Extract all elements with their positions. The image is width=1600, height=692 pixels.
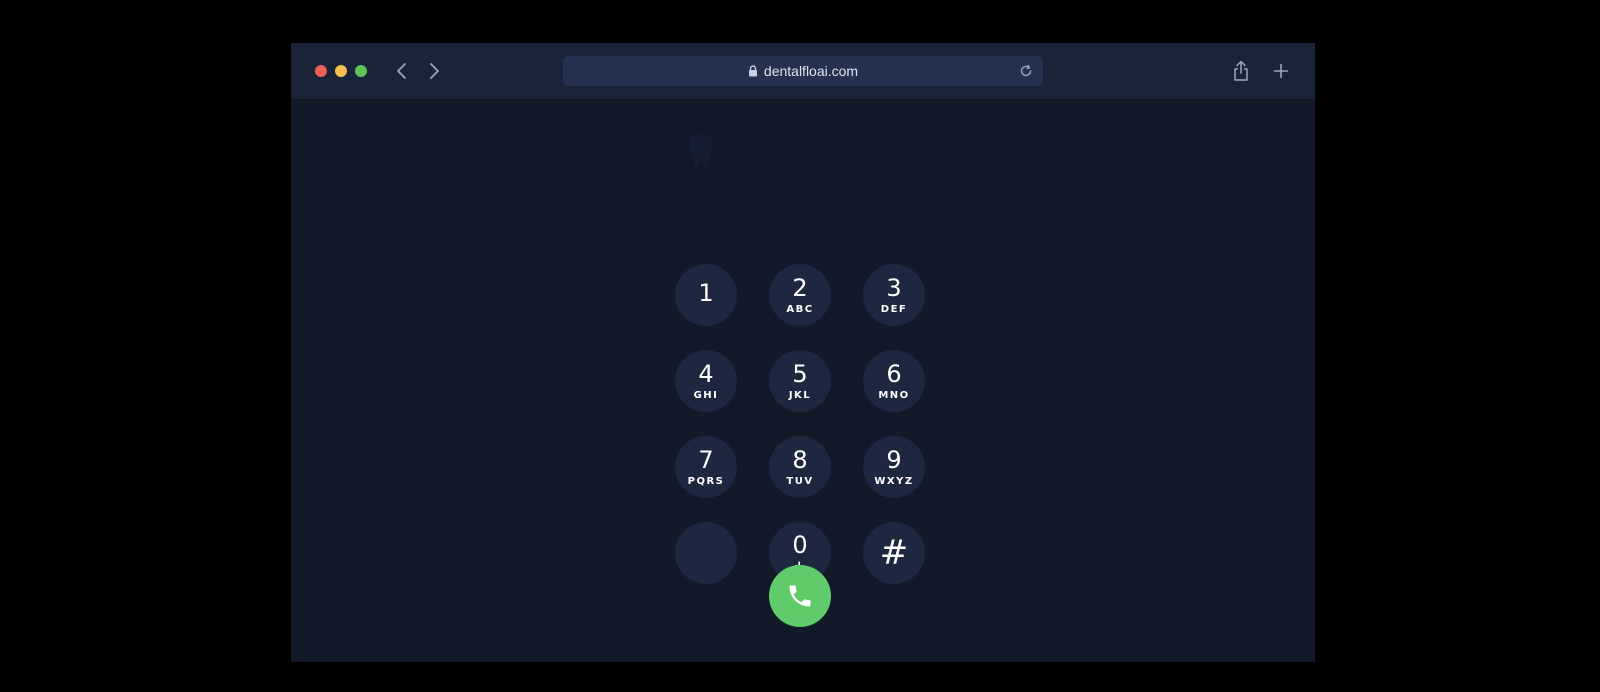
- keypad-key-6[interactable]: 6 MNO: [863, 350, 925, 412]
- maximize-window-button[interactable]: [355, 65, 367, 77]
- new-tab-button[interactable]: [1269, 59, 1293, 83]
- dialer-page: 1 2 ABC 3 DEF 4 GHI 5 JKL 6 MNO 7 PQRS 8: [291, 99, 1315, 662]
- forward-button[interactable]: [422, 59, 446, 83]
- call-button[interactable]: [769, 565, 831, 627]
- browser-window: dentalfloai.com 1 2 ABC 3 DEF 4 GHI 5 JK…: [291, 43, 1315, 662]
- reload-icon: [1020, 64, 1032, 77]
- key-digit: 2: [792, 273, 808, 302]
- keypad-key-8[interactable]: 8 TUV: [769, 436, 831, 498]
- plus-icon: [1273, 63, 1289, 79]
- keypad-key-1[interactable]: 1: [675, 264, 737, 326]
- key-letters: PQRS: [687, 475, 725, 487]
- key-letters: JKL: [788, 389, 812, 401]
- chevron-right-icon: [430, 63, 439, 79]
- close-window-button[interactable]: [315, 65, 327, 77]
- keypad-key-9[interactable]: 9 WXYZ: [863, 436, 925, 498]
- share-icon: [1234, 60, 1248, 81]
- key-letters: GHI: [693, 389, 719, 401]
- key-digit: #: [879, 533, 909, 573]
- phone-icon: [789, 585, 811, 607]
- tooth-logo-icon: [688, 134, 714, 168]
- keypad-key-5[interactable]: 5 JKL: [769, 350, 831, 412]
- keypad-key-3[interactable]: 3 DEF: [863, 264, 925, 326]
- key-digit: 3: [886, 273, 902, 302]
- reload-button[interactable]: [1017, 62, 1035, 80]
- lock-icon: [748, 65, 758, 77]
- chevron-left-icon: [397, 63, 406, 79]
- keypad-key-2[interactable]: 2 ABC: [769, 264, 831, 326]
- keypad-key-blank[interactable]: [675, 522, 737, 584]
- address-bar[interactable]: dentalfloai.com: [563, 56, 1043, 86]
- key-digit: 8: [792, 445, 808, 474]
- key-letters: ABC: [786, 303, 814, 315]
- key-letters: DEF: [880, 303, 908, 315]
- key-digit: 5: [792, 359, 808, 388]
- browser-toolbar: dentalfloai.com: [291, 43, 1315, 99]
- key-digit: 6: [886, 359, 902, 388]
- key-letters: TUV: [786, 475, 814, 487]
- key-digit: 4: [698, 359, 714, 388]
- key-letters: MNO: [878, 389, 910, 401]
- key-digit: 9: [886, 445, 902, 474]
- key-digit: 1: [698, 279, 714, 307]
- key-letters: WXYZ: [874, 475, 914, 487]
- key-digit: 7: [698, 445, 714, 474]
- share-button[interactable]: [1229, 59, 1253, 83]
- back-button[interactable]: [390, 59, 414, 83]
- keypad-key-7[interactable]: 7 PQRS: [675, 436, 737, 498]
- keypad-key-4[interactable]: 4 GHI: [675, 350, 737, 412]
- minimize-window-button[interactable]: [335, 65, 347, 77]
- url-text: dentalfloai.com: [763, 63, 859, 79]
- keypad-key-hash[interactable]: #: [863, 522, 925, 584]
- key-digit: 0: [792, 530, 808, 559]
